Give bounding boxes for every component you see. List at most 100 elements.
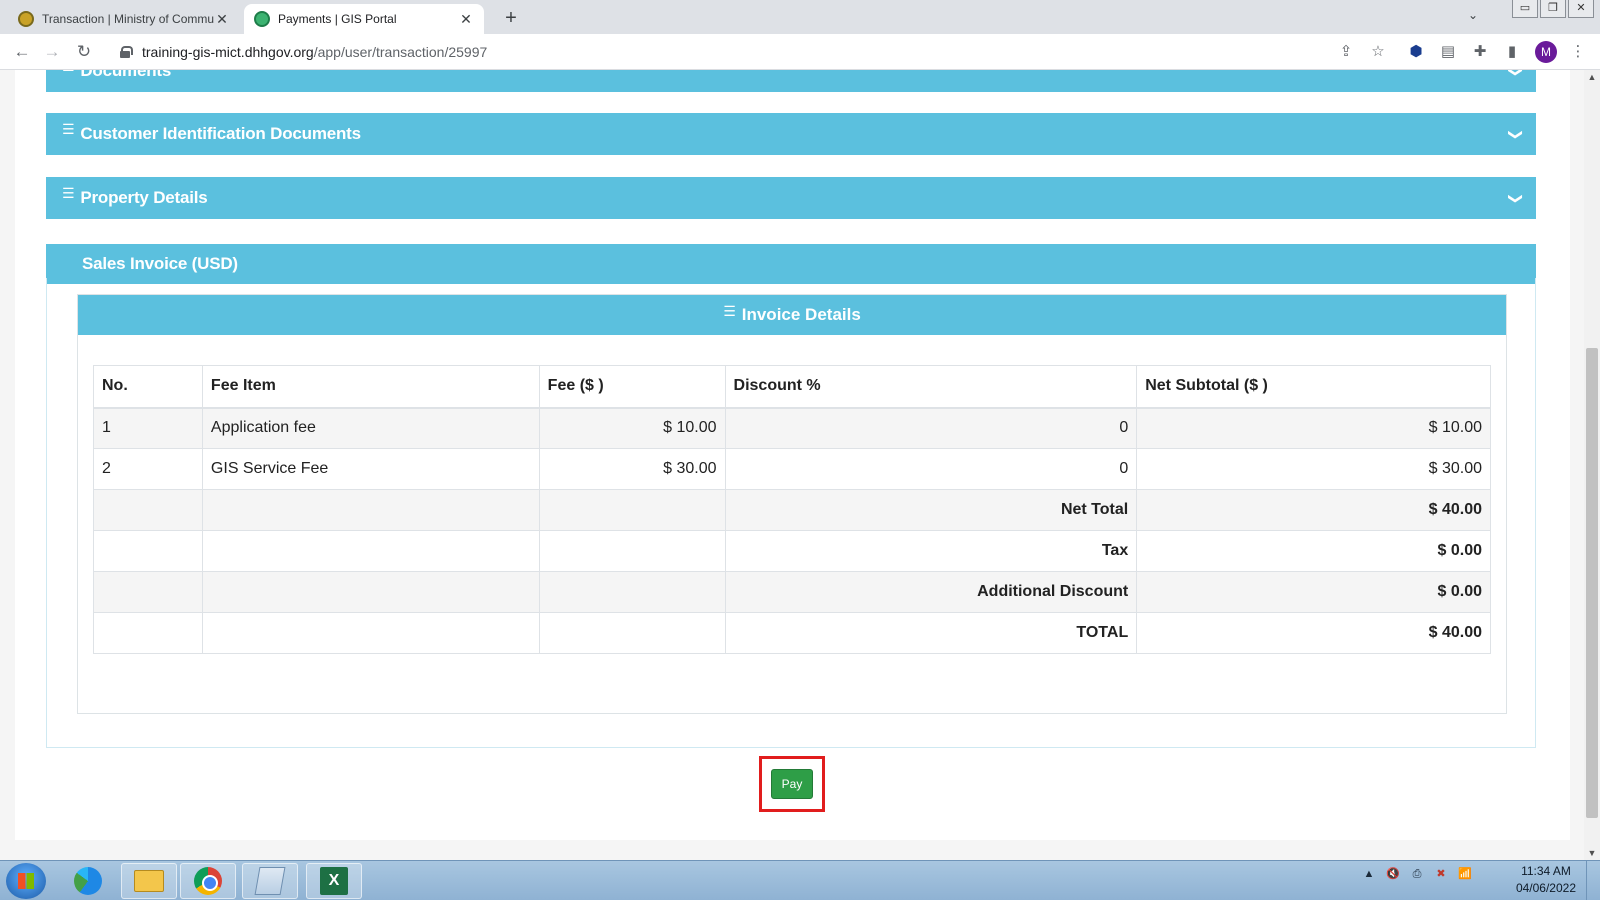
page-viewport: ☰ Documents ❯ ☰ Customer Identification … [0, 70, 1600, 860]
empty-cell [538, 571, 726, 613]
documents-panel-header[interactable]: ☰ Documents ❯ [46, 70, 1536, 92]
list-icon: ☰ [62, 70, 75, 75]
taskbar-clock[interactable]: 11:34 AM 04/06/2022 [1516, 863, 1576, 897]
invoice-details-card: ☰ Invoice Details No. Fee Item Fee ($ ) … [77, 294, 1507, 714]
restore-button[interactable]: ❐ [1540, 0, 1566, 18]
table-row: 2 GIS Service Fee $ 30.00 0 $ 30.00 [93, 448, 1491, 490]
show-hidden-icons-icon[interactable]: ▲ [1362, 867, 1376, 881]
clipboard-extension-icon[interactable]: ▤ [1438, 42, 1458, 62]
edge-icon [74, 867, 102, 895]
taskbar-file-explorer[interactable] [121, 863, 177, 899]
table-header-row: No. Fee Item Fee ($ ) Discount % Net Sub… [93, 365, 1491, 409]
browser-menu-icon[interactable]: ⋮ [1568, 42, 1588, 62]
folder-icon [134, 870, 164, 892]
close-tab-icon[interactable]: ✕ [214, 11, 230, 28]
tab-title: Transaction | Ministry of Commu [42, 12, 214, 26]
list-icon: ☰ [723, 302, 736, 319]
notepad-icon [254, 867, 286, 895]
ministry-favicon-icon [18, 11, 34, 27]
minimize-button[interactable]: ▭ [1512, 0, 1538, 18]
start-button[interactable] [6, 863, 46, 899]
customer-identification-panel-header[interactable]: ☰ Customer Identification Documents ❯ [46, 113, 1536, 155]
volume-muted-icon[interactable]: 🔇 [1386, 867, 1400, 881]
side-panel-icon[interactable]: ▮ [1502, 42, 1522, 62]
column-header: Fee Item [201, 365, 540, 409]
close-window-button[interactable]: ✕ [1568, 0, 1594, 18]
fee-amount: $ 10.00 [538, 407, 726, 449]
windows-taskbar: X ▲ 🔇 ⎙ ✖ 📶 11:34 AM 04/06/2022 [0, 860, 1600, 900]
fee-amount: $ 30.00 [538, 448, 726, 490]
panel-title: Sales Invoice (USD) [82, 254, 238, 273]
fee-item: Application fee [201, 407, 540, 449]
pay-button[interactable]: Pay [771, 769, 813, 799]
empty-cell [201, 612, 540, 654]
page-content: ☰ Documents ❯ ☰ Customer Identification … [15, 70, 1570, 840]
list-icon: ☰ [62, 184, 75, 201]
empty-cell [538, 489, 726, 531]
summary-label: Tax [724, 530, 1138, 572]
chrome-icon [194, 867, 222, 895]
lock-icon[interactable] [120, 46, 133, 58]
sales-invoice-body: ☰ Invoice Details No. Fee Item Fee ($ ) … [46, 278, 1536, 748]
summary-row-additional-discount: Additional Discount $ 0.00 [93, 571, 1491, 613]
gis-favicon-icon [254, 11, 270, 27]
signal-strength-icon[interactable]: 📶 [1458, 867, 1472, 881]
clock-time: 11:34 AM [1521, 864, 1571, 878]
scroll-up-arrow-icon[interactable]: ▲ [1584, 72, 1600, 82]
tab-transaction[interactable]: Transaction | Ministry of Commu ✕ [8, 4, 240, 34]
summary-label: Net Total [724, 489, 1138, 531]
url-path: /app/user/transaction/25997 [313, 44, 488, 60]
browser-tab-strip: Transaction | Ministry of Commu ✕ Paymen… [0, 0, 1600, 34]
summary-row-net-total: Net Total $ 40.00 [93, 489, 1491, 531]
row-number: 2 [93, 448, 203, 490]
taskbar-excel[interactable]: X [306, 863, 362, 899]
empty-cell [201, 571, 540, 613]
invoice-details-header: ☰ Invoice Details [78, 295, 1506, 335]
printer-icon[interactable]: ⎙ [1410, 867, 1424, 881]
profile-avatar[interactable]: M [1535, 41, 1557, 63]
column-header: Net Subtotal ($ ) [1136, 365, 1491, 409]
extension-shield-icon[interactable]: ⬢ [1406, 42, 1426, 62]
taskbar-notepad[interactable] [242, 863, 298, 899]
empty-cell [538, 530, 726, 572]
column-header: Discount % [724, 365, 1138, 409]
pay-button-highlight: Pay [759, 756, 825, 812]
excel-icon: X [320, 867, 348, 895]
net-subtotal: $ 10.00 [1136, 407, 1491, 449]
new-tab-button[interactable]: + [498, 6, 524, 32]
panel-title: Property Details [80, 188, 208, 207]
system-tray: ▲ 🔇 ⎙ ✖ 📶 [1362, 867, 1472, 881]
property-details-panel-header[interactable]: ☰ Property Details ❯ [46, 177, 1536, 219]
summary-value: $ 0.00 [1136, 530, 1491, 572]
chevron-down-icon: ❯ [1508, 128, 1525, 140]
bookmark-star-icon[interactable]: ☆ [1368, 42, 1388, 62]
vertical-scrollbar[interactable]: ▲ ▼ [1584, 70, 1600, 860]
network-error-icon[interactable]: ✖ [1434, 867, 1448, 881]
reload-icon[interactable]: ↻ [72, 40, 96, 64]
scrollbar-thumb[interactable] [1586, 348, 1598, 818]
list-icon: ☰ [62, 120, 75, 137]
share-icon[interactable]: ⇪ [1336, 42, 1356, 62]
summary-label: Additional Discount [724, 571, 1138, 613]
summary-value: $ 0.00 [1136, 571, 1491, 613]
back-arrow-icon[interactable]: ← [10, 40, 34, 64]
discount-percent: 0 [724, 448, 1138, 490]
column-header: Fee ($ ) [538, 365, 726, 409]
tab-payments[interactable]: Payments | GIS Portal ✕ [244, 4, 484, 34]
taskbar-edge[interactable] [60, 863, 116, 899]
empty-cell [538, 612, 726, 654]
summary-row-total: TOTAL $ 40.00 [93, 612, 1491, 654]
close-tab-icon[interactable]: ✕ [458, 11, 474, 28]
address-bar[interactable]: training-gis-mict.dhhgov.org/app/user/tr… [110, 38, 1370, 66]
table-row: 1 Application fee $ 10.00 0 $ 10.00 [93, 407, 1491, 449]
chevron-down-icon: ❯ [1508, 70, 1525, 77]
tab-search-chevron-icon[interactable]: ⌄ [1468, 8, 1478, 22]
empty-cell [93, 489, 203, 531]
summary-value: $ 40.00 [1136, 489, 1491, 531]
empty-cell [93, 612, 203, 654]
taskbar-chrome[interactable] [180, 863, 236, 899]
extensions-puzzle-icon[interactable]: ✚ [1470, 42, 1490, 62]
show-desktop-button[interactable] [1586, 861, 1600, 900]
scroll-down-arrow-icon[interactable]: ▼ [1584, 848, 1600, 858]
forward-arrow-icon[interactable]: → [40, 40, 64, 64]
